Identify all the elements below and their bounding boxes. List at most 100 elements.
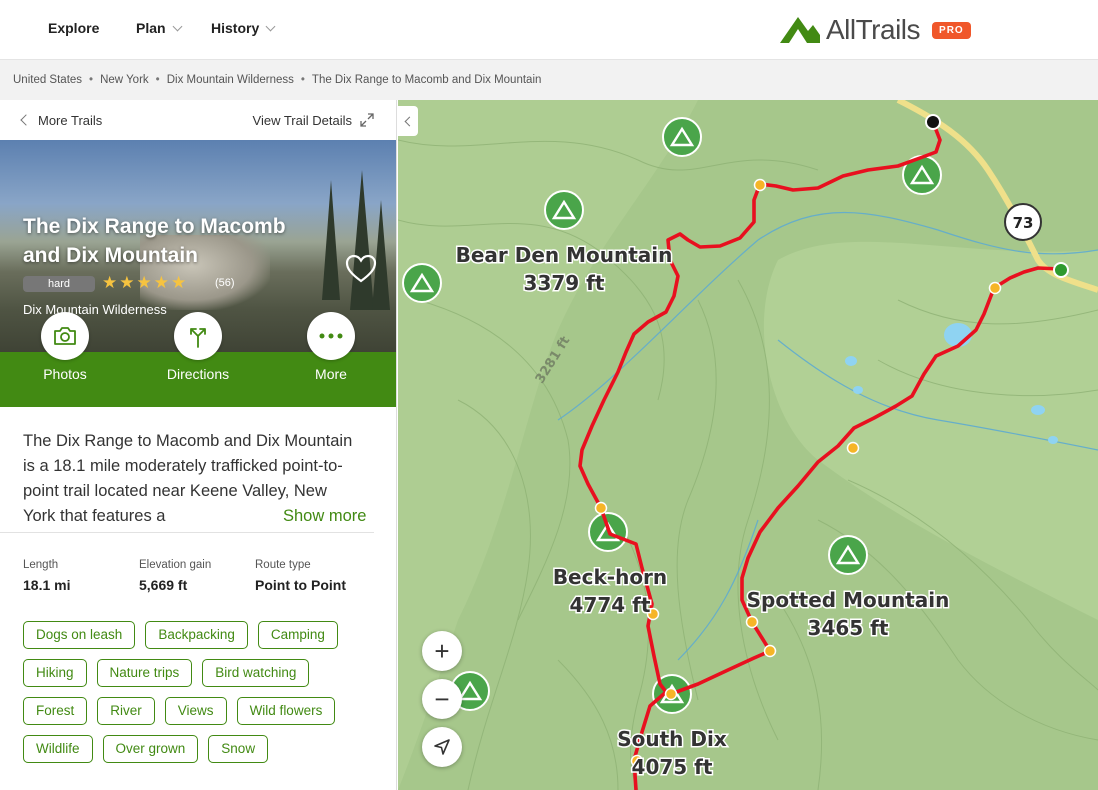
chevron-left-icon [404, 116, 415, 126]
peak-icon[interactable] [544, 190, 584, 230]
nav-plan-label: Plan [136, 20, 166, 36]
collapse-panel-button[interactable] [398, 106, 418, 136]
breadcrumb-separator: • [89, 74, 94, 86]
lake [1031, 405, 1045, 415]
plus-icon: + [434, 636, 450, 666]
tag-chip[interactable]: Backpacking [145, 621, 248, 649]
zoom-out-button[interactable]: − [422, 679, 462, 719]
alltrails-logo[interactable]: AllTrails PRO [780, 14, 971, 46]
minus-icon: − [434, 684, 450, 714]
route-73-shield: 73 [1004, 203, 1042, 241]
waypoint-marker[interactable] [594, 501, 608, 515]
tag-chip[interactable]: Wildlife [23, 735, 93, 763]
waypoint-marker[interactable] [745, 615, 759, 629]
more-label: More [315, 366, 347, 382]
breadcrumb-item[interactable]: New York [100, 74, 149, 86]
trail-map[interactable]: 73 Bear Den Mountain 3379 ft Beck-horn 4… [398, 100, 1098, 790]
directions-button[interactable]: Directions [153, 312, 243, 382]
stat-value: 18.1 mi [23, 577, 71, 593]
more-button[interactable]: More [286, 312, 376, 382]
trail-title: The Dix Range to Macomb and Dix Mountain [23, 215, 286, 267]
waypoint-marker[interactable] [763, 644, 777, 658]
tag-chip[interactable]: Views [164, 697, 227, 725]
stat-elevation: Elevation gain 5,669 ft [139, 559, 255, 593]
trail-panel: More Trails View Trail Details The Dix R… [0, 100, 397, 790]
nav-explore[interactable]: Explore [48, 20, 99, 36]
lake [853, 386, 863, 394]
peak-icon[interactable] [402, 263, 442, 303]
tag-chip[interactable]: Wild flowers [236, 697, 336, 725]
peak-name-label: Bear Den Mountain [456, 243, 673, 267]
location-arrow-icon [434, 739, 450, 755]
waypoint-marker[interactable] [846, 441, 860, 455]
map-canvas[interactable]: 73 Bear Den Mountain 3379 ft Beck-horn 4… [398, 100, 1098, 790]
tag-chip[interactable]: Dogs on leash [23, 621, 136, 649]
action-bar: Photos Directions More [0, 312, 396, 407]
heart-icon[interactable] [344, 252, 378, 286]
nav-plan[interactable]: Plan [136, 20, 183, 36]
rating-count[interactable]: (56) [215, 277, 235, 289]
tag-chip[interactable]: Hiking [23, 659, 87, 687]
trail-description: The Dix Range to Macomb and Dix Mountain… [0, 407, 374, 533]
top-nav: Explore Plan History AllTrails PRO [0, 0, 1098, 60]
trail-end-marker[interactable] [925, 114, 941, 130]
locate-me-button[interactable] [422, 727, 462, 767]
peak-elevation-label: 3379 ft [524, 271, 605, 295]
breadcrumb-item[interactable]: Dix Mountain Wilderness [167, 74, 294, 86]
road-number: 73 [1013, 214, 1034, 232]
trail-tags: Dogs on leash Backpacking Camping Hiking… [0, 593, 374, 763]
brand-name: AllTrails [826, 14, 921, 45]
breadcrumb-separator: • [300, 74, 305, 86]
tag-chip[interactable]: Forest [23, 697, 88, 725]
expand-icon [360, 113, 374, 127]
photos-button[interactable]: Photos [20, 312, 110, 382]
zoom-in-button[interactable]: + [422, 631, 462, 671]
nav-history[interactable]: History [211, 20, 276, 36]
hero-tree [350, 170, 374, 310]
show-more-link[interactable]: Show more [279, 504, 367, 529]
tag-chip[interactable]: Over grown [102, 735, 199, 763]
chevron-down-icon [265, 21, 276, 31]
chevron-down-icon [172, 21, 183, 31]
waypoint-marker[interactable] [753, 178, 767, 192]
stat-value: Point to Point [255, 577, 346, 593]
tag-chip[interactable]: Snow [208, 735, 269, 763]
peak-name-label: Beck-horn [553, 565, 667, 589]
stat-value: 5,669 ft [139, 577, 188, 593]
photos-button-circle [41, 312, 89, 360]
more-trails-link[interactable]: More Trails [20, 112, 103, 128]
stat-label: Elevation gain [139, 559, 212, 571]
tag-chip[interactable]: River [97, 697, 155, 725]
peak-elevation-label: 4774 ft [570, 593, 651, 617]
peak-name-label: Spotted Mountain [747, 588, 950, 612]
trail-start-marker[interactable] [1053, 262, 1069, 278]
chevron-left-icon [20, 114, 32, 126]
camera-icon [54, 327, 76, 345]
rating-stars: ★★★★★ [102, 273, 189, 292]
trail-stats: Length 18.1 mi Elevation gain 5,669 ft R… [0, 533, 396, 593]
mountain-logo-icon [780, 17, 820, 43]
tag-chip[interactable]: Nature trips [96, 659, 193, 687]
breadcrumb-item[interactable]: The Dix Range to Macomb and Dix Mountain [312, 74, 541, 86]
peak-icon[interactable] [662, 117, 702, 157]
tag-chip[interactable]: Camping [257, 621, 338, 649]
nav-history-label: History [211, 20, 260, 36]
view-trail-details-label: View Trail Details [252, 112, 352, 128]
waypoint-marker[interactable] [988, 281, 1002, 295]
peak-icon[interactable] [828, 535, 868, 575]
stat-label: Route type [255, 559, 311, 571]
view-trail-details-link[interactable]: View Trail Details [253, 113, 374, 128]
nav-explore-label: Explore [48, 20, 100, 36]
peak-elevation-label: 4075 ft [632, 755, 713, 779]
lake [845, 356, 857, 366]
peak-name-label: South Dix [617, 727, 727, 751]
photos-label: Photos [43, 366, 87, 382]
tag-chip[interactable]: Bird watching [202, 659, 310, 687]
stat-route-type: Route type Point to Point [255, 559, 371, 593]
more-button-circle [307, 312, 355, 360]
stat-label: Length [23, 559, 59, 571]
waypoint-marker[interactable] [664, 687, 678, 701]
more-trails-label: More Trails [38, 112, 103, 128]
peak-elevation-label: 3465 ft [808, 616, 889, 640]
breadcrumb-item[interactable]: United States [13, 74, 82, 86]
